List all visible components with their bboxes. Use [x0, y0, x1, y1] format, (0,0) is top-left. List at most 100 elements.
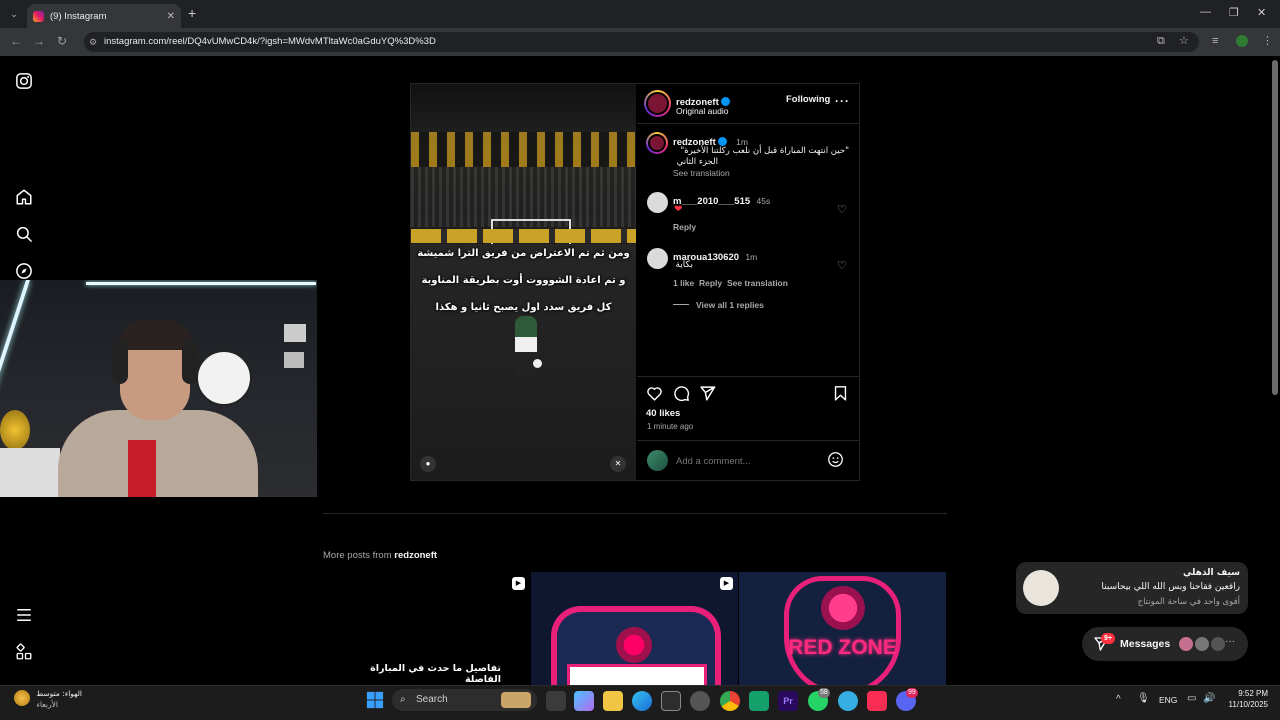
replies-line [673, 304, 689, 305]
maximize-button[interactable]: ❐ [1229, 6, 1239, 19]
browser-menu-icon[interactable]: ⋮ [1262, 35, 1273, 47]
see-translation-link[interactable]: See translation [727, 278, 788, 288]
file-explorer-icon[interactable] [603, 691, 623, 711]
weather-text: الأربعاء [36, 700, 58, 709]
browser-tab[interactable]: (9) Instagram ✕ [27, 4, 181, 28]
clock-time[interactable]: 9:52 PM [1226, 689, 1268, 698]
more-icon: ··· [1225, 636, 1235, 647]
share-icon[interactable] [699, 385, 716, 402]
search-highlight-icon [501, 692, 531, 708]
like-comment-icon[interactable]: ♡ [837, 259, 847, 272]
microphone-icon[interactable]: 🎙 [1137, 693, 1150, 704]
avatar[interactable] [644, 90, 671, 117]
telegram-icon[interactable] [838, 691, 858, 711]
tab-title: (9) Instagram [50, 10, 107, 22]
see-translation-link[interactable]: See translation [673, 168, 730, 178]
instagram-favicon-icon [33, 10, 44, 22]
reload-button[interactable]: ↻ [57, 35, 67, 47]
chrome-icon[interactable] [720, 691, 740, 711]
clock-date[interactable]: 11/10/2025 [1222, 700, 1268, 709]
app-icon[interactable] [749, 691, 769, 711]
instagram-logo-icon[interactable] [15, 72, 33, 90]
messages-label: Messages [1120, 638, 1171, 650]
avatar [1023, 570, 1059, 606]
tagged-users-icon[interactable]: ● [420, 456, 436, 472]
back-button[interactable]: ← [10, 35, 22, 47]
close-window-button[interactable]: ✕ [1257, 6, 1266, 19]
page-scrollbar[interactable] [1272, 60, 1278, 395]
reply-button[interactable]: Reply [699, 278, 722, 288]
forward-button[interactable]: → [33, 35, 45, 47]
comment-text: ❤ [674, 204, 683, 215]
explore-icon[interactable] [15, 262, 33, 280]
media-controls-icon[interactable]: ≡ [1212, 35, 1218, 47]
like-icon[interactable] [646, 385, 663, 402]
messages-badge: 9+ [1101, 633, 1115, 644]
audio-label[interactable]: Original audio [676, 106, 728, 116]
comment-icon[interactable] [673, 385, 690, 402]
ad-boards [411, 229, 636, 243]
following-button[interactable]: Following [786, 94, 830, 105]
tray-overflow-icon[interactable]: ^ [1116, 694, 1121, 705]
taskbar-search[interactable]: ⌕ Search [392, 689, 537, 711]
edge-icon[interactable] [632, 691, 652, 711]
network-icon[interactable]: ▭ [1187, 693, 1196, 704]
site-info-icon[interactable]: ⚙ [89, 36, 99, 48]
save-icon[interactable] [832, 385, 849, 402]
more-posts-heading: More posts from redzoneft [323, 550, 437, 561]
app-icon[interactable] [690, 691, 710, 711]
install-app-icon[interactable]: ⧉ [1157, 35, 1165, 47]
avatar [1179, 637, 1193, 651]
comment-time: 1m [745, 252, 758, 262]
caption-text: الجزء الثاني [676, 157, 718, 167]
store-icon[interactable] [661, 691, 681, 711]
emoji-icon[interactable] [827, 451, 844, 468]
notification-badge: 99 [906, 688, 918, 698]
tab-search-icon[interactable]: ⌄ [6, 6, 22, 22]
post-thumbnail[interactable]: تفاصيل ما حدث في المباراة الفاصلة [323, 572, 530, 685]
likes-count[interactable]: 40 likes [646, 408, 680, 419]
video-caption-line: و تم اعادة الشوووت أوت بطريقة المناوبة [421, 275, 626, 286]
address-bar[interactable]: ⚙ instagram.com/reel/DQ4vUMwCD4k/?igsh=M… [84, 32, 1199, 52]
more-posts-user[interactable]: redzoneft [394, 550, 437, 561]
extension-icon[interactable] [1236, 35, 1248, 47]
post-thumbnail[interactable]: RED ZONE [739, 572, 946, 685]
reel-icon: ▶ [512, 577, 525, 590]
premiere-icon[interactable]: Pr [778, 691, 798, 711]
weather-text[interactable]: الهواء: متوسط [30, 689, 82, 698]
messages-button[interactable]: 9+ Messages ··· [1082, 627, 1248, 661]
avatar [1195, 637, 1209, 651]
volume-icon[interactable]: 🔊 [1203, 693, 1215, 704]
comment-username[interactable]: m___2010___515 [673, 196, 750, 207]
reply-button[interactable]: Reply [673, 222, 696, 232]
music-icon[interactable] [867, 691, 887, 711]
comment-likes[interactable]: 1 like [673, 278, 694, 288]
also-from-meta-icon[interactable] [15, 643, 33, 661]
weather-icon[interactable] [14, 690, 30, 706]
like-comment-icon[interactable]: ♡ [837, 203, 847, 216]
avatar[interactable] [646, 132, 668, 154]
view-replies-button[interactable]: View all 1 replies [696, 300, 764, 310]
copilot-icon[interactable] [574, 691, 594, 711]
avatar[interactable] [647, 248, 668, 269]
more-menu-icon[interactable] [15, 606, 33, 624]
close-tab-icon[interactable]: ✕ [167, 11, 175, 22]
windows-start-icon[interactable] [366, 691, 384, 709]
minimize-button[interactable]: — [1200, 6, 1211, 18]
video-caption-line: ومن ثم تم الاعتراض من فريق الترا شميشة [417, 248, 630, 259]
task-view-icon[interactable] [546, 691, 566, 711]
add-comment-input[interactable] [676, 453, 816, 469]
comment-text: بكاية [675, 260, 693, 270]
mute-icon[interactable]: ✕ [610, 456, 626, 472]
search-icon[interactable] [15, 225, 33, 243]
reel-video[interactable]: ومن ثم تم الاعتراض من فريق الترا شميشة و… [411, 84, 636, 480]
avatar[interactable] [647, 192, 668, 213]
language-indicator[interactable]: ENG [1159, 695, 1177, 705]
more-options-icon[interactable]: ··· [835, 94, 850, 108]
post-time: 1 minute ago [647, 422, 694, 431]
home-icon[interactable] [15, 188, 33, 206]
bookmark-star-icon[interactable]: ☆ [1179, 35, 1189, 47]
new-tab-button[interactable]: + [188, 6, 196, 20]
post-thumbnail[interactable] [531, 572, 738, 685]
message-notification[interactable]: سيف الذهلي رافعين فقاحنا وبس الله اللي ب… [1016, 562, 1248, 614]
